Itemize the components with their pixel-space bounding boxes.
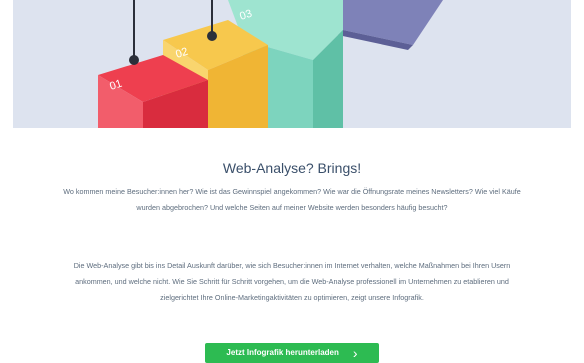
pin-dot-2	[207, 31, 217, 41]
chevron-right-icon: ›	[352, 345, 358, 361]
section-title: Web-Analyse? Brings!	[222, 160, 362, 176]
download-button-label: Jetzt Infografik herunterladen	[226, 348, 339, 357]
pin-dot-1	[129, 55, 139, 65]
description-paragraph: Die Web-Analyse gibt bis ins Detail Ausk…	[73, 261, 511, 302]
hero-illustration: 01 02 03	[13, 0, 571, 128]
isometric-steps-graphic: 01 02 03	[13, 0, 571, 128]
intro-paragraph: Wo kommen meine Besucher:innen her? Wie …	[63, 187, 521, 212]
download-infographic-button[interactable]: Jetzt Infografik herunterladen ›	[205, 343, 379, 363]
